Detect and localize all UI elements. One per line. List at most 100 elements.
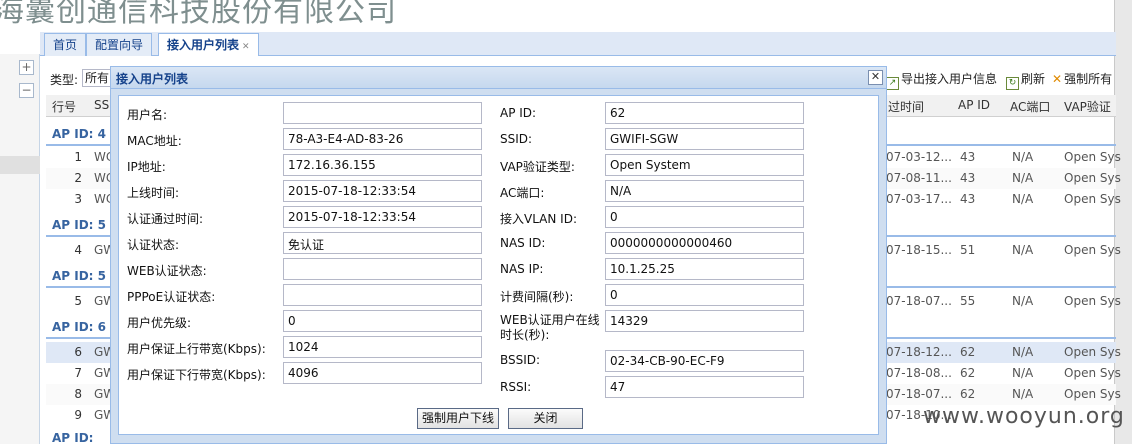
type-filter-select[interactable]: 所有: [82, 69, 112, 87]
ac-port-field[interactable]: N/A: [605, 180, 804, 202]
row-number: 4: [74, 243, 82, 257]
priority-field[interactable]: 0: [283, 310, 482, 332]
auth-time-label: 认证通过时间:: [127, 212, 204, 226]
collapse-all-button[interactable]: −: [19, 83, 34, 98]
billing-interval-field[interactable]: 0: [605, 284, 804, 306]
cell-ac: N/A: [1012, 294, 1034, 308]
vap-auth-type-field[interactable]: Open System: [605, 154, 804, 176]
cell-time: 07-18-12...: [886, 345, 952, 359]
cell-apid: 62: [960, 345, 976, 359]
row-number: 5: [74, 294, 82, 308]
watermark: www.wooyun.org: [923, 404, 1125, 429]
cell-apid: 43: [960, 150, 976, 164]
tab-config-wizard[interactable]: 配置向导: [86, 33, 153, 56]
ac-port-label: AC端口:: [500, 186, 545, 200]
selected-nav-item[interactable]: [0, 156, 40, 174]
online-time-field[interactable]: 2015-07-18-12:33:54: [283, 180, 482, 202]
ip-field[interactable]: 172.16.36.155: [283, 154, 482, 176]
auth-time-field[interactable]: 2015-07-18-12:33:54: [283, 206, 482, 228]
cell-apid: 43: [960, 192, 976, 206]
row-number: 1: [74, 150, 82, 164]
cell-ac: N/A: [1012, 387, 1034, 401]
cell-time: 07-18-08...: [886, 366, 952, 380]
cell-vap: Open Sys: [1064, 345, 1121, 359]
priority-label: 用户优先级:: [127, 316, 192, 330]
tab-close-icon[interactable]: ✕: [242, 42, 250, 52]
col-ac-port[interactable]: AC端口: [1010, 98, 1050, 115]
row-number: 3: [74, 192, 82, 206]
col-vap-auth[interactable]: VAP验证: [1064, 98, 1111, 115]
cell-ac: N/A: [1012, 171, 1034, 185]
cell-ac: N/A: [1012, 345, 1034, 359]
col-ssid[interactable]: SS: [94, 98, 109, 112]
ssid-field[interactable]: GWIFI-SGW: [605, 128, 804, 150]
refresh-button[interactable]: ↻ 刷新: [1006, 70, 1045, 90]
vlan-id-field[interactable]: 0: [605, 206, 804, 228]
force-label: 强制所有: [1064, 72, 1113, 86]
cell-vap: Open Sys: [1064, 171, 1121, 185]
mac-field[interactable]: 78-A3-E4-AD-83-26: [283, 128, 482, 150]
tab-user-list-label: 接入用户列表: [167, 38, 240, 52]
dialog-close-icon[interactable]: ✕: [868, 70, 883, 85]
cell-ac: N/A: [1012, 192, 1034, 206]
cell-ac: N/A: [1012, 366, 1034, 380]
bssid-field[interactable]: 02-34-CB-90-EC-F9: [605, 350, 804, 372]
export-button[interactable]: ↗ 导出接入用户信息: [886, 70, 997, 90]
pppoe-auth-status-label: PPPoE认证状态:: [127, 290, 216, 304]
cell-apid: 55: [960, 294, 976, 308]
expand-all-button[interactable]: +: [19, 60, 34, 75]
cell-vap: Open Sys: [1064, 243, 1121, 257]
col-row-number[interactable]: 行号: [52, 98, 76, 115]
export-icon: ↗: [886, 77, 899, 90]
cell-vap: Open Sys: [1064, 366, 1121, 380]
cell-apid: 62: [960, 366, 976, 380]
force-all-button[interactable]: ✕ 强制所有: [1052, 70, 1112, 87]
username-label: 用户名:: [127, 108, 168, 122]
cell-vap: Open Sys: [1064, 150, 1121, 164]
nas-ip-field[interactable]: 10.1.25.25: [605, 258, 804, 280]
group-label: AP ID: 4: [52, 127, 107, 141]
bssid-label: BSSID:: [500, 353, 541, 367]
row-number: 8: [74, 387, 82, 401]
nas-id-field[interactable]: 0000000000000460: [605, 232, 804, 254]
tab-user-list[interactable]: 接入用户列表 ✕: [158, 33, 259, 56]
auth-status-label: 认证状态:: [127, 238, 180, 252]
nas-id-label: NAS ID:: [500, 236, 546, 250]
vlan-id-label: 接入VLAN ID:: [500, 212, 577, 226]
dialog-title: 接入用户列表: [116, 72, 189, 86]
refresh-icon: ↻: [1006, 77, 1019, 90]
rssi-field[interactable]: 47: [605, 376, 804, 398]
ip-label: IP地址:: [127, 160, 166, 174]
downlink-bw-label: 用户保证下行带宽(Kbps):: [127, 368, 266, 382]
uplink-bw-label: 用户保证上行带宽(Kbps):: [127, 342, 266, 356]
web-auth-status-field[interactable]: [283, 258, 482, 280]
row-number: 7: [74, 366, 82, 380]
dialog-body: 用户名: MAC地址: 78-A3-E4-AD-83-26 IP地址: 172.…: [118, 95, 879, 435]
web-online-duration-field[interactable]: 14329: [605, 310, 804, 332]
dialog-titlebar[interactable]: 接入用户列表 ✕: [111, 67, 886, 89]
col-ap-id[interactable]: AP ID: [958, 98, 990, 112]
app-title: 海囊创通信科技股份有限公司: [0, 0, 397, 29]
col-auth-time[interactable]: 过时间: [888, 98, 924, 115]
cell-ac: N/A: [1012, 150, 1034, 164]
ssid-label: SSID:: [500, 132, 533, 146]
downlink-bw-field[interactable]: 4096: [283, 362, 482, 384]
row-number: 2: [74, 171, 82, 185]
pppoe-auth-status-field[interactable]: [283, 284, 482, 306]
row-number: 9: [74, 408, 82, 422]
left-panel: + −: [0, 54, 40, 444]
tab-home[interactable]: 首页: [44, 33, 87, 56]
cell-time: 07-18-07...: [886, 387, 952, 401]
uplink-bw-field[interactable]: 1024: [283, 336, 482, 358]
force-offline-button[interactable]: 强制用户下线: [417, 408, 499, 429]
cell-time: 07-03-12...: [886, 150, 952, 164]
username-field[interactable]: [283, 102, 482, 124]
cell-apid: 43: [960, 171, 976, 185]
cell-time: 07-18-07...: [886, 294, 952, 308]
billing-interval-label: 计费间隔(秒):: [500, 290, 574, 304]
auth-status-field[interactable]: 免认证: [283, 232, 482, 254]
close-button[interactable]: 关闭: [508, 408, 583, 429]
ap-id-field[interactable]: 62: [605, 102, 804, 124]
user-detail-dialog: 接入用户列表 ✕ 用户名: MAC地址: 78-A3-E4-AD-83-26 I…: [110, 66, 887, 444]
cell-time: 07-18-15...: [886, 243, 952, 257]
